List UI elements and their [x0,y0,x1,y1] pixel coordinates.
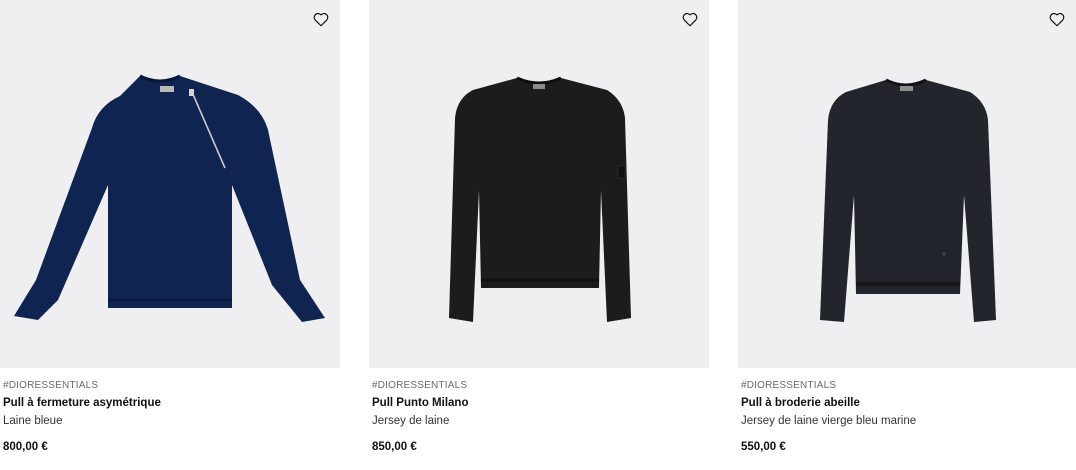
product-image[interactable] [738,0,1076,368]
sweater-image [14,74,325,322]
product-image[interactable] [369,0,709,368]
product-name[interactable]: Pull Punto Milano [372,396,706,411]
product-card[interactable]: #DIORESSENTIALS Pull à fermeture asymétr… [0,0,340,470]
product-price: 800,00 € [3,441,48,453]
product-card[interactable]: #DIORESSENTIALS Pull à broderie abeille … [738,0,1076,470]
sweater-image [449,76,631,322]
product-price: 550,00 € [741,441,786,453]
product-card[interactable]: #DIORESSENTIALS Pull Punto Milano Jersey… [369,0,709,470]
product-name[interactable]: Pull à fermeture asymétrique [3,396,337,411]
favorite-heart-icon[interactable] [681,10,699,28]
favorite-heart-icon[interactable] [1048,10,1066,28]
favorite-heart-icon[interactable] [312,10,330,28]
product-material: Jersey de laine vierge bleu marine [741,415,917,427]
product-material: Laine bleue [3,415,63,427]
sweater-image [820,78,996,322]
product-image[interactable] [0,0,340,368]
product-grid: #DIORESSENTIALS Pull à fermeture asymétr… [0,0,1076,470]
product-tag[interactable]: #DIORESSENTIALS [372,379,706,392]
product-material: Jersey de laine [372,415,450,427]
product-name[interactable]: Pull à broderie abeille [741,396,1073,411]
product-tag[interactable]: #DIORESSENTIALS [741,379,1073,392]
product-price: 850,00 € [372,441,417,453]
product-tag[interactable]: #DIORESSENTIALS [3,379,337,392]
